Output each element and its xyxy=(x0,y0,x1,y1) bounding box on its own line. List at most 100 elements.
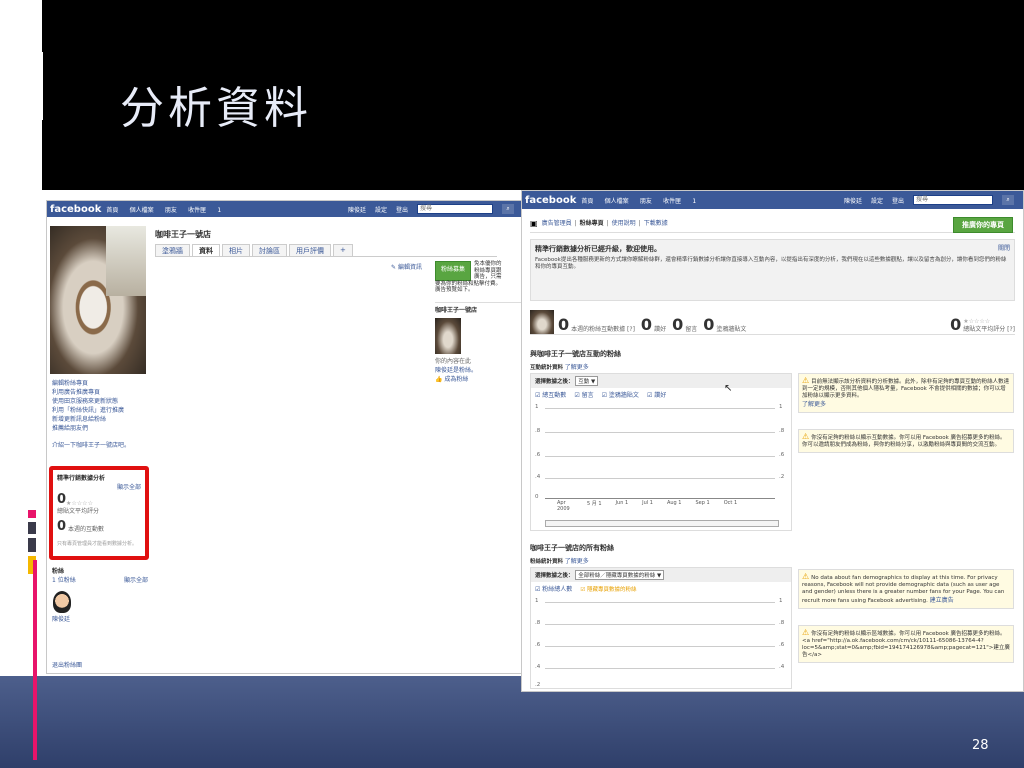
ad-preview-fan: 陳俊廷是粉絲。 xyxy=(435,366,478,374)
create-ad-link[interactable]: 建立廣告 xyxy=(930,597,954,604)
get-fans-button[interactable]: 粉絲募集 xyxy=(435,261,472,281)
fan-name[interactable]: 陳俊廷 xyxy=(52,615,70,624)
nav-settings[interactable]: 設定 xyxy=(871,196,883,205)
stat-comments-value: 0 xyxy=(672,315,684,334)
search-input[interactable]: 搜尋 xyxy=(913,195,993,205)
learn-more-link[interactable]: 了解更多 xyxy=(565,558,589,565)
no-data-warning: ⚠ 目前無法顯示該分析資料的分析數據。此外，除非有足夠的專頁互動的粉絲人數達到一定… xyxy=(798,373,1014,413)
insights-title: 精準行銷數據分析 xyxy=(57,475,106,482)
rating-label: 總貼文平均評分 xyxy=(57,508,100,515)
x-tick: Apr 2009 xyxy=(557,500,570,512)
rating-value: 0 xyxy=(57,492,67,507)
link-suggest-friends[interactable]: 推薦給朋友們 xyxy=(52,424,130,433)
nav-inbox[interactable]: 收件匣 xyxy=(663,198,681,205)
ads-text-line: 免本優你的 xyxy=(474,261,502,267)
link-intro[interactable]: 介紹一下咖啡王子一號店吧。 xyxy=(52,441,130,450)
facebook-logo[interactable]: facebook xyxy=(47,204,106,215)
link-promote-ads[interactable]: 利用廣告推廣專頁 xyxy=(52,388,130,397)
chart-range-slider[interactable] xyxy=(545,520,779,527)
y-tick: .8 xyxy=(535,428,541,434)
y-tick: .4 xyxy=(535,664,541,670)
facebook-nav: 首頁 個人檔案 朋友 收件匣 1 xyxy=(106,205,230,214)
inbox-count-badge: 1 xyxy=(692,197,697,205)
fans-subheader: 粉絲統計資料 了解更多 xyxy=(530,558,589,565)
legend-total-checkbox[interactable]: ☑ 總互動數 xyxy=(535,391,566,400)
ad-preview-photo xyxy=(435,317,461,354)
link-status-update[interactable]: 使用田京服務來更新狀態 xyxy=(52,397,130,406)
insights-see-all[interactable]: 顯示全部 xyxy=(57,483,141,492)
fans-see-all[interactable]: 顯示全部 xyxy=(124,576,148,585)
nav-settings[interactable]: 設定 xyxy=(375,205,387,214)
nav-user-name[interactable]: 陳俊廷 xyxy=(844,196,862,205)
nav-home[interactable]: 首頁 xyxy=(581,198,593,205)
nav-profile[interactable]: 個人檔案 xyxy=(130,207,154,214)
search-input[interactable]: 搜尋 xyxy=(417,204,493,214)
nav-user-name[interactable]: 陳俊廷 xyxy=(348,205,366,214)
ads-text-line: 廣告預覽如下。 xyxy=(435,287,474,293)
y-tick: 1 xyxy=(535,404,539,410)
legend-wallposts-checkbox[interactable]: ☑ 塗鴉牆貼文 xyxy=(602,391,639,400)
search-icon[interactable]: ⌕ xyxy=(1002,195,1014,205)
x-tick: Oct 1 xyxy=(723,500,738,506)
toolbar-help[interactable]: 使用說明 xyxy=(612,219,636,228)
fans-metric-select[interactable]: 全部粉絲／隱藏專頁數據的粉絲 ▼ xyxy=(575,570,665,580)
nav-profile[interactable]: 個人檔案 xyxy=(605,198,629,205)
edit-info-link[interactable]: ✎ 編輯資訊 xyxy=(391,263,422,272)
metric-selector-row: 選擇數據之後： 互動 ▼ xyxy=(531,374,791,388)
link-message-fans[interactable]: 新增更新訊息給粉絲 xyxy=(52,415,130,424)
facebook-logo[interactable]: facebook xyxy=(522,195,581,206)
x-tick: Jun 1 xyxy=(615,500,629,506)
avatar[interactable] xyxy=(53,591,71,613)
nav-inbox[interactable]: 收件匣 xyxy=(188,207,206,214)
y-tick: .8 xyxy=(535,620,541,626)
promote-page-button[interactable]: 推廣你的專頁 xyxy=(953,217,1013,233)
x-tick: Jul 1 xyxy=(642,500,653,506)
region-warning: ⚠ 你沒有足夠的粉絲以顯示區域數據。你可以用 Facebook 廣告招募更多的粉絲… xyxy=(798,625,1014,663)
legend-comments-checkbox[interactable]: ☑ 留言 xyxy=(574,391,593,400)
legend-total-fans-checkbox[interactable]: ☑ 粉絲總人數 xyxy=(535,585,572,594)
stat-likes-value: 0 xyxy=(640,315,653,334)
page-title: 咖啡王子一號店 xyxy=(155,230,211,239)
link-fan-updates[interactable]: 利用「粉絲快訊」進行推廣 xyxy=(52,406,130,415)
tab-divider xyxy=(155,256,497,257)
warning-icon: ⚠ xyxy=(802,628,810,637)
x-axis-ticks: Apr 2009 5 月 1 Jun 1 Jul 1 Aug 1 Sep 1 O… xyxy=(557,500,737,512)
side-accent-line xyxy=(33,560,37,760)
y-tick: .8 xyxy=(779,620,785,626)
fans-title: 粉絲 xyxy=(52,568,65,575)
nav-logout[interactable]: 登出 xyxy=(396,205,408,214)
fans-box: 粉絲 1 位粉絲 顯示全部 xyxy=(52,567,148,585)
toolbar-pages[interactable]: 粉絲專頁 xyxy=(580,219,604,228)
chart-legend: ☑ 總互動數 ☑ 留言 ☑ 塗鴉牆貼文 ☑ 讚好 xyxy=(531,388,791,403)
notice-close-link[interactable]: 關閉 xyxy=(998,244,1010,257)
leave-fan-link[interactable]: 退出粉絲團 xyxy=(52,661,82,670)
become-fan-link[interactable]: 👍 成為粉絲 xyxy=(435,375,521,384)
nav-friends[interactable]: 朋友 xyxy=(640,198,652,205)
toolbar-export[interactable]: 下載數據 xyxy=(644,219,668,228)
ad-preview-title: 咖啡王子一號店 xyxy=(435,306,478,314)
fans-count[interactable]: 1 位粉絲 xyxy=(52,576,76,585)
link-edit-page[interactable]: 編輯粉絲專頁 xyxy=(52,379,130,388)
upgrade-notice: 精準行銷數據分析已經升級，歡迎使用。 關閉 Facebook提出各種服務更新的方… xyxy=(530,239,1015,301)
y-tick: 0 xyxy=(535,494,539,500)
fans-section-title: 咖啡王子一號店的所有粉絲 xyxy=(530,544,614,552)
left-facebook-screenshot: facebook 首頁 個人檔案 朋友 收件匣 1 陳俊廷 設定 登出 搜尋 ⌕… xyxy=(46,200,524,674)
nav-home[interactable]: 首頁 xyxy=(106,207,118,214)
legend-likes-checkbox[interactable]: ☑ 讚好 xyxy=(647,391,666,400)
toolbar-ads-manager[interactable]: 廣告管理員 xyxy=(542,219,572,228)
warning-learn-more-link[interactable]: 了解更多 xyxy=(802,400,1010,409)
y-tick: .4 xyxy=(779,664,785,670)
thumbs-up-icon: 👍 xyxy=(435,375,443,383)
learn-more-link[interactable]: 了解更多 xyxy=(565,364,589,371)
facebook-top-bar: facebook 首頁 個人檔案 朋友 收件匣 1 陳俊廷 設定 登出 搜尋 ⌕ xyxy=(47,201,523,217)
metric-select[interactable]: 互動 ▼ xyxy=(575,376,599,386)
facebook-nav: 首頁 個人檔案 朋友 收件匣 1 xyxy=(581,196,705,205)
stat-interactions-label: 本週的粉絲互動數據 [?] xyxy=(571,326,635,333)
nav-friends[interactable]: 朋友 xyxy=(165,207,177,214)
star-rating-icon: ★☆☆☆☆ xyxy=(66,500,93,507)
search-icon[interactable]: ⌕ xyxy=(502,204,514,214)
insights-highlight-box: 精準行銷數據分析 顯示全部 0 ★☆☆☆☆ 總貼文平均評分 0 本週的互動數 只… xyxy=(49,466,149,560)
profile-photo[interactable] xyxy=(50,226,146,374)
legend-hidden-fans-checkbox[interactable]: ☑ 隱藏專頁數據的粉絲 xyxy=(580,585,636,594)
nav-logout[interactable]: 登出 xyxy=(892,196,904,205)
